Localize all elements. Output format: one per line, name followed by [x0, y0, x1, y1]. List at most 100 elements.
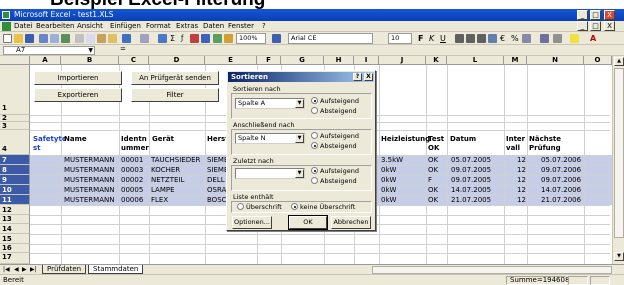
cell-name[interactable]: MUSTERMANN [64, 196, 114, 204]
cell-device[interactable]: NETZTEIL [151, 176, 205, 184]
sort-by-ascending-radio[interactable] [311, 97, 318, 104]
help-icon[interactable] [272, 34, 281, 43]
zoom-select[interactable]: 100% [236, 33, 266, 44]
scroll-down-icon[interactable]: ▼ [614, 252, 624, 261]
cancel-button[interactable]: Abbrechen [331, 216, 371, 229]
menu-format[interactable]: Format [146, 22, 171, 30]
menu-fenster[interactable]: Fenster [228, 22, 254, 30]
column-header-i[interactable]: I [354, 56, 379, 65]
merge-center-icon[interactable] [488, 34, 497, 43]
align-center-icon[interactable] [466, 34, 475, 43]
column-header-j[interactable]: J [379, 56, 426, 65]
cell-next[interactable]: 09.07.2006 [541, 166, 581, 174]
cell-heating[interactable]: 0kW [381, 196, 396, 204]
cell-next[interactable]: 21.07.2006 [541, 196, 581, 204]
menu-extras[interactable]: Extras [176, 22, 198, 30]
column-header-g[interactable]: G [281, 56, 324, 65]
column-header-k[interactable]: K [426, 56, 447, 65]
doc-restore-button[interactable]: □ [590, 21, 601, 31]
cell-test[interactable]: OK [428, 186, 438, 194]
row-header-16[interactable]: 16 [0, 244, 30, 253]
align-left-icon[interactable] [455, 34, 464, 43]
cell-date[interactable]: 09.07.2005 [451, 176, 491, 184]
cell-device[interactable]: KOCHER [151, 166, 205, 174]
fill-color-icon[interactable] [570, 34, 579, 43]
maximize-button[interactable]: □ [590, 10, 601, 20]
cell-manufacturer[interactable]: BOSC [207, 196, 226, 204]
dialog-close-button[interactable]: X [364, 73, 373, 81]
align-right-icon[interactable] [477, 34, 486, 43]
formula-equals[interactable]: = [120, 45, 126, 53]
export-button[interactable]: Exportieren [34, 88, 122, 102]
column-header-h[interactable]: H [324, 56, 354, 65]
redo-icon[interactable] [140, 34, 149, 43]
cell-manufacturer[interactable]: DELL [207, 176, 226, 184]
column-header-l[interactable]: L [447, 56, 504, 65]
cell-device[interactable]: TAUCHSIEDER [151, 156, 205, 164]
menu-einfuegen[interactable]: Einfügen [110, 22, 141, 30]
cell-next[interactable]: 14.07.2006 [541, 186, 581, 194]
next-sheet-icon[interactable]: ▶ [22, 266, 27, 273]
tab-pruefdaten[interactable]: Prüfdaten [42, 265, 87, 274]
options-button[interactable]: Optionen... [232, 216, 272, 229]
scroll-up-icon[interactable]: ▲ [614, 57, 624, 66]
font-select[interactable]: Arial CE [288, 33, 373, 44]
sort-ascending-icon[interactable] [190, 34, 199, 43]
name-box[interactable]: A7 ▼ [3, 46, 95, 55]
chevron-down-icon[interactable]: ▼ [295, 169, 304, 178]
scroll-thumb[interactable] [614, 68, 624, 238]
row-header-8[interactable]: 8 [0, 165, 30, 175]
dialog-help-button[interactable]: ? [353, 73, 362, 81]
cell-id[interactable]: 00006 [121, 196, 143, 204]
last-sheet-icon[interactable]: ▶| [30, 266, 37, 273]
cell-heating[interactable]: 0kW [381, 166, 396, 174]
borders-icon[interactable] [553, 34, 562, 43]
function-icon[interactable]: ƒ [181, 33, 183, 44]
row-header-2[interactable]: 2 [0, 115, 30, 122]
row-header-17[interactable]: 17 [0, 253, 30, 264]
print-icon[interactable] [39, 34, 48, 43]
cell-date[interactable]: 05.07.2005 [451, 156, 491, 164]
menu-bearbeiten[interactable]: Bearbeiten [36, 22, 74, 30]
cell-device[interactable]: FLEX [151, 196, 205, 204]
no-header-row-radio[interactable] [291, 203, 298, 210]
cell-next[interactable]: 05.07.2006 [541, 156, 581, 164]
send-to-tester-button[interactable]: An Prüfgerät senden [131, 71, 219, 85]
drawing-icon[interactable] [224, 34, 233, 43]
ok-button[interactable]: OK [288, 215, 328, 230]
cell-id[interactable]: 00001 [121, 156, 143, 164]
cell-test[interactable]: F [428, 176, 432, 184]
sort-by-select[interactable]: Spalte A ▼ [235, 98, 305, 109]
cell-heating[interactable]: 0kW [381, 176, 396, 184]
cell-date[interactable]: 14.07.2005 [451, 186, 491, 194]
paste-icon[interactable] [97, 34, 106, 43]
copy-icon[interactable] [86, 34, 95, 43]
open-icon[interactable] [14, 34, 23, 43]
row-header-10[interactable]: 10 [0, 185, 30, 195]
cell-name[interactable]: MUSTERMANN [64, 186, 114, 194]
cell-interval[interactable]: 12 [517, 156, 526, 164]
cell-id[interactable]: 00005 [121, 186, 143, 194]
cell-manufacturer[interactable]: OSRA [207, 186, 226, 194]
row-header-11[interactable]: 11 [0, 195, 30, 205]
cell-interval[interactable]: 12 [517, 176, 526, 184]
menu-help[interactable]: ? [262, 22, 266, 30]
save-icon[interactable] [25, 34, 34, 43]
italic-button[interactable]: K [429, 33, 434, 44]
cell-interval[interactable]: 12 [517, 166, 526, 174]
column-header-m[interactable]: M [504, 56, 527, 65]
spellcheck-icon[interactable] [61, 34, 70, 43]
row-header-12[interactable]: 12 [0, 205, 30, 215]
cut-icon[interactable] [75, 34, 84, 43]
column-header-f[interactable]: F [257, 56, 281, 65]
currency-icon[interactable]: € [500, 33, 505, 44]
cell-heating[interactable]: 3.5kW [381, 156, 403, 164]
row-header-9[interactable]: 9 [0, 175, 30, 185]
cell-id[interactable]: 00003 [121, 166, 143, 174]
column-header-a[interactable]: A [30, 56, 61, 65]
sort-descending-icon[interactable] [201, 34, 210, 43]
prev-sheet-icon[interactable]: ◀ [14, 266, 19, 273]
then-by-ascending-radio[interactable] [311, 132, 318, 139]
autosum-icon[interactable]: Σ [170, 33, 175, 44]
row-header-13[interactable]: 13 [0, 215, 30, 224]
